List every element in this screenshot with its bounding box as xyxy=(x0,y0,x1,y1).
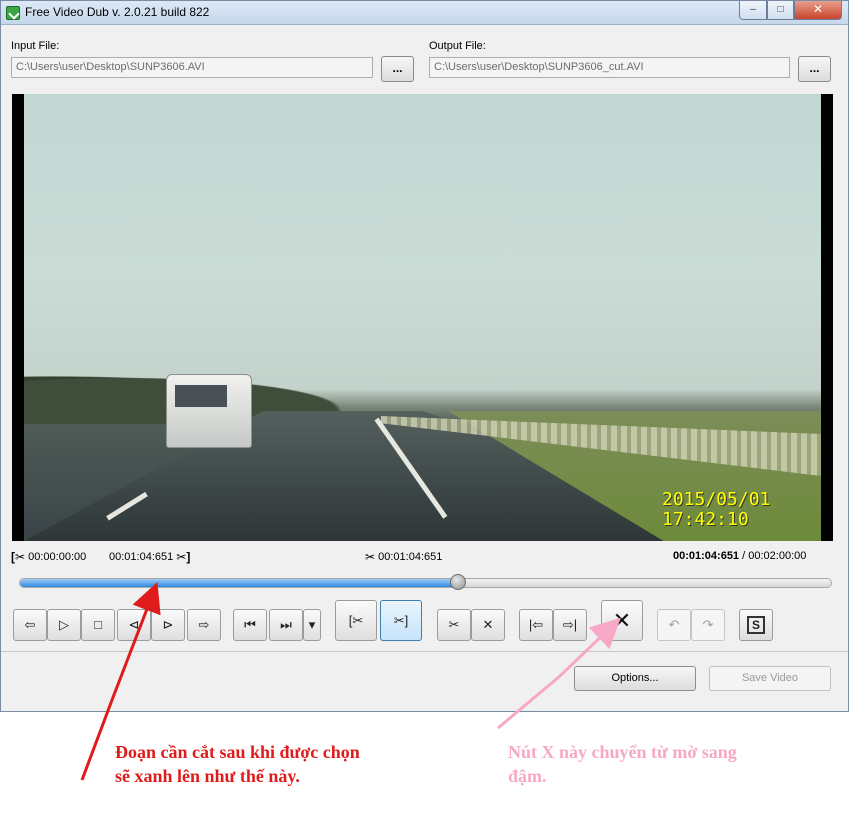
go-start-button[interactable]: |⇦ xyxy=(519,609,553,641)
app-logo-icon xyxy=(6,6,20,20)
cut-marker-time: ✂ 00:01:04:651 xyxy=(365,550,442,564)
save-video-button[interactable]: Save Video xyxy=(709,666,831,691)
app-window: Free Video Dub v. 2.0.21 build 822 – □ ✕… xyxy=(0,0,849,712)
output-file-field[interactable]: C:\Users\user\Desktop\SUNP3606_cut.AVI xyxy=(429,57,790,78)
timeline-slider[interactable] xyxy=(19,578,832,588)
save-frame-icon: S xyxy=(747,616,765,634)
playback-time: 00:01:04:651 / 00:02:00:00 xyxy=(673,550,806,562)
stop-button[interactable]: □ xyxy=(81,609,115,641)
selection-end-value: 00:01:04:651 xyxy=(109,550,174,563)
input-file-label: Input File: xyxy=(11,40,60,52)
mark-start-button[interactable]: [✂ xyxy=(335,600,377,641)
minimize-button[interactable]: – xyxy=(739,1,767,20)
marker-value: 00:01:04:651 xyxy=(378,550,443,563)
output-browse-button[interactable]: ... xyxy=(798,56,831,82)
previous-frame-button[interactable]: ⇦ xyxy=(13,609,47,641)
next-keyframe-button[interactable]: ⊳ xyxy=(151,609,185,641)
selection-start-time: [✂ 00:00:00:00 xyxy=(11,550,86,564)
maximize-button[interactable]: □ xyxy=(767,1,794,20)
redo-button[interactable]: ↷ xyxy=(691,609,725,641)
selection-start-value: 00:00:00:00 xyxy=(28,550,87,563)
current-time: 00:01:04:651 xyxy=(673,550,740,562)
white-van xyxy=(166,374,252,448)
close-button[interactable]: ✕ xyxy=(794,1,842,20)
title-bar[interactable]: Free Video Dub v. 2.0.21 build 822 – □ ✕ xyxy=(1,1,848,25)
video-time: 17:42:10 xyxy=(662,509,749,530)
scissor-marker-icon: ✂ xyxy=(365,550,376,564)
timeline-thumb[interactable] xyxy=(450,574,467,590)
scissor-end-icon: ✂] xyxy=(176,550,191,564)
seek-end-button[interactable]: ⏭ xyxy=(269,609,303,641)
selection-end-time: 00:01:04:651 ✂] xyxy=(109,550,190,564)
add-cut-button[interactable]: ✂ xyxy=(437,609,471,641)
window-title: Free Video Dub v. 2.0.21 build 822 xyxy=(25,5,210,19)
red-annotation: Đoạn cần cắt sau khi được chọn sẽ xanh l… xyxy=(115,742,360,786)
total-time: 00:02:00:00 xyxy=(748,550,807,562)
selected-range xyxy=(20,579,458,587)
save-frame-button[interactable]: S xyxy=(739,609,773,641)
seek-start-button[interactable]: ⏮ xyxy=(233,609,267,641)
play-button[interactable]: ▷ xyxy=(47,609,81,641)
divider xyxy=(1,651,848,652)
input-browse-button[interactable]: ... xyxy=(381,56,414,82)
scissor-start-icon: [✂ xyxy=(11,550,26,564)
video-preview[interactable]: 2015/05/01 17:42:10 xyxy=(12,94,833,541)
time-separator: / xyxy=(742,550,746,562)
undo-button[interactable]: ↶ xyxy=(657,609,691,641)
seek-dropdown-button[interactable]: ▾ xyxy=(303,609,321,641)
options-button[interactable]: Options... xyxy=(574,666,696,691)
clear-cut-button[interactable]: ✕ xyxy=(471,609,505,641)
video-frame: 2015/05/01 17:42:10 xyxy=(24,94,821,541)
output-file-label: Output File: xyxy=(429,40,486,52)
video-date: 2015/05/01 xyxy=(662,489,771,510)
previous-keyframe-button[interactable]: ⊲ xyxy=(117,609,151,641)
pink-annotation: Nút X này chuyển từ mờ sang đậm. xyxy=(508,742,737,786)
video-timestamp: 2015/05/01 17:42:10 xyxy=(662,490,812,536)
next-frame-button[interactable]: ⇨ xyxy=(187,609,221,641)
delete-selection-button[interactable]: ✕ xyxy=(601,600,643,641)
input-file-field[interactable]: C:\Users\user\Desktop\SUNP3606.AVI xyxy=(11,57,373,78)
go-end-button[interactable]: ⇨| xyxy=(553,609,587,641)
mark-end-button[interactable]: ✂] xyxy=(380,600,422,641)
